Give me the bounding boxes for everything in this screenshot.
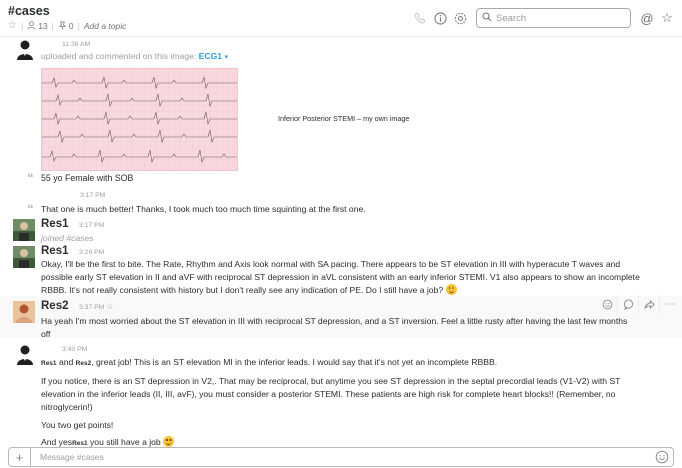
message-composer[interactable]: + Message #cases [8,447,674,467]
message-list: 11:38 AM uploaded and commented on this … [0,37,682,447]
chevron-down-icon[interactable]: ▾ [224,54,228,61]
more-actions-icon[interactable]: ⋯ [660,295,681,314]
info-icon[interactable] [432,10,448,26]
phone-icon[interactable] [412,10,428,26]
message-text-line: off [41,329,51,339]
mention-res2[interactable]: Res2 [76,360,92,367]
username-res1[interactable]: Res1 [41,245,69,257]
mention-res1[interactable]: Res1 [41,360,57,367]
smile-emoji-icon [163,436,175,447]
message-timestamp[interactable]: 3:17 PM [80,192,105,199]
search-input[interactable]: Search [476,8,631,28]
search-placeholder: Search [496,12,527,24]
message-text-line: elevation in the inferior leads (II, III… [41,389,616,399]
pins-icon[interactable]: 0 [58,21,74,31]
message-actions: ⋯ [597,295,682,314]
members-count: 13 [38,20,48,31]
channel-meta: ☆ | 13 | 0 | Add a topic [8,20,127,31]
message-input-placeholder: Message #cases [40,452,104,462]
avatar-res1[interactable] [13,246,35,268]
channel-header: #cases ☆ | 13 | 0 | Add a topic Search @… [0,0,682,37]
emoji-picker-icon[interactable] [655,450,669,464]
username-res1[interactable]: Res1 [41,218,69,230]
message-timestamp[interactable]: 3:37 PM [79,304,104,311]
username-res2[interactable]: Res2 [41,300,69,312]
message-text: That one is much better! Thanks, I took … [41,204,366,214]
image-caption: Inferior Posterior STEMI – my own image [278,114,410,123]
message-timestamp[interactable]: 3:26 PM [79,249,104,256]
comment-quote-icon: ❝ [27,202,34,216]
join-notice: joined #cases [41,233,94,243]
smile-emoji-icon [445,284,457,295]
avatar-doctor[interactable] [14,344,36,366]
share-icon[interactable] [639,295,660,314]
message-text-line: possible early ST elevation in II and aV… [41,272,640,282]
message-text-line: You two get points! [41,420,114,430]
message-text-line: Okay, I'll be the first to bite. The Rat… [41,259,621,269]
star-icon[interactable]: ☆ [8,20,17,31]
file-comment-text: 55 yo Female with SOB [41,173,134,183]
message-text-line: If you notice, there is an ST depression… [41,376,621,386]
comment-quote-icon: ❝ [27,171,34,185]
comment-icon[interactable] [618,295,639,314]
pins-count: 0 [68,20,74,31]
mentions-icon[interactable]: @ [639,10,655,26]
message-text-line: nitroglycerin!) [41,402,93,412]
channel-name[interactable]: #cases [8,4,50,18]
mention-res1[interactable]: Res1 [72,440,88,447]
upload-action-text: uploaded and commented on this image: EC… [41,51,228,61]
message-timestamp[interactable]: 3:17 PM [79,222,104,229]
star-message-icon[interactable]: ☆ [106,300,114,313]
add-topic-link[interactable]: Add a topic [84,21,127,31]
gear-icon[interactable] [452,10,468,26]
search-icon [482,11,492,25]
starred-items-icon[interactable]: ☆ [659,10,675,26]
avatar-doctor[interactable] [14,39,36,61]
file-link-ecg1[interactable]: ECG1 [199,51,222,61]
message-timestamp[interactable]: 11:38 AM [62,41,90,48]
avatar-res1[interactable] [13,219,35,241]
ecg-image[interactable] [41,68,238,171]
message-text-line: Res1 and Res2, great job! This is an ST … [41,357,498,367]
message-text-line: Ha yeah I'm most worried about the ST el… [41,316,628,326]
avatar-res2[interactable] [13,301,35,323]
message-timestamp[interactable]: 3:40 PM [62,346,87,353]
members-icon[interactable]: 13 [27,20,48,31]
attach-plus-button[interactable]: + [9,448,31,466]
add-reaction-icon[interactable] [597,295,618,314]
